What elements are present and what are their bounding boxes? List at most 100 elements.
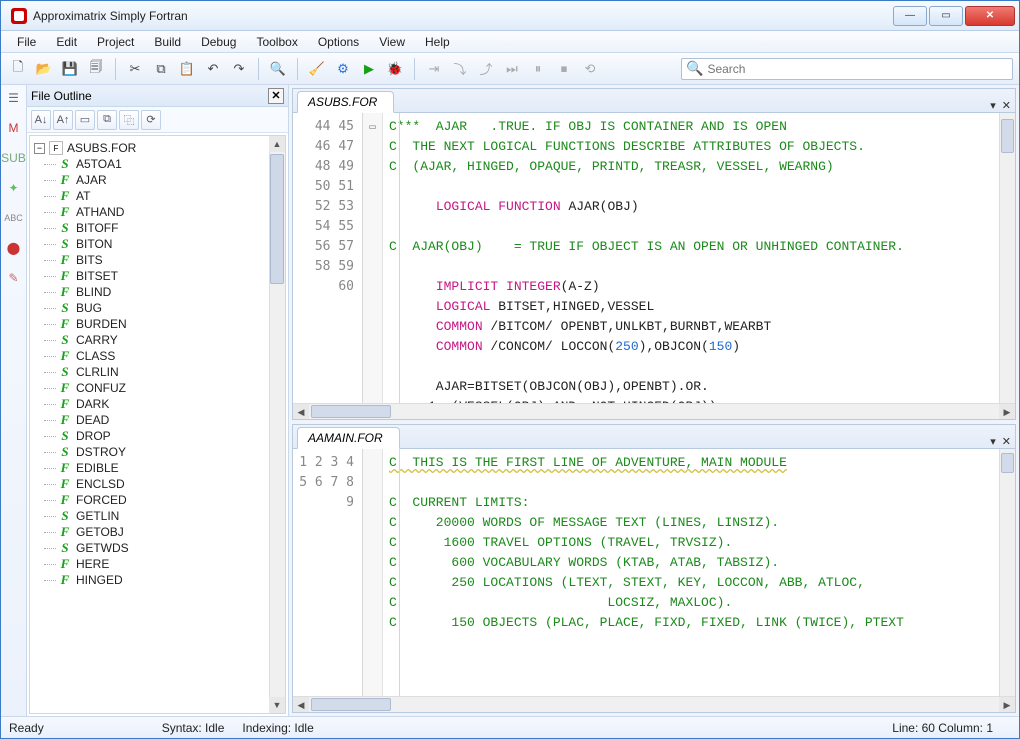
editor-vscroll[interactable] — [999, 449, 1015, 696]
debug-button[interactable]: 🐞 — [384, 58, 406, 80]
puzzle-icon[interactable]: ✦ — [5, 179, 23, 197]
outline-item-class[interactable]: FCLASS — [58, 348, 283, 364]
abc-icon[interactable]: ABC — [5, 209, 23, 227]
hscroll-thumb[interactable] — [311, 698, 391, 711]
project-view-icon[interactable]: ☰ — [5, 89, 23, 107]
stop-button[interactable]: ⏹ — [553, 58, 575, 80]
scroll-down-icon[interactable]: ▼ — [269, 697, 285, 713]
expand-button[interactable]: ⧉ — [97, 110, 117, 130]
clean-button[interactable]: 🧹 — [306, 58, 328, 80]
tab-menu-icon[interactable]: ▾ — [990, 435, 996, 448]
outline-item-drop[interactable]: SDROP — [58, 428, 283, 444]
copy-button[interactable]: ⧉ — [150, 58, 172, 80]
maximize-button[interactable]: ▭ — [929, 6, 963, 26]
outline-item-carry[interactable]: SCARRY — [58, 332, 283, 348]
file-outline-icon[interactable]: M — [5, 119, 23, 137]
redo-button[interactable]: ↷ — [228, 58, 250, 80]
continue-button[interactable]: ⏭ — [501, 58, 523, 80]
step-out-button[interactable]: ⤴ — [475, 58, 497, 80]
refresh-outline-button[interactable]: ⟳ — [141, 110, 161, 130]
outline-item-burden[interactable]: FBURDEN — [58, 316, 283, 332]
code-area-bottom[interactable]: 1 2 3 4 5 6 7 8 9 C THIS IS THE FIRST LI… — [293, 449, 1015, 696]
menu-build[interactable]: Build — [144, 33, 191, 51]
outline-item-getobj[interactable]: FGETOBJ — [58, 524, 283, 540]
scroll-right-icon[interactable]: ▶ — [999, 697, 1015, 713]
scroll-thumb[interactable] — [270, 154, 284, 284]
outline-close-button[interactable]: ✕ — [268, 88, 284, 104]
step-into-button[interactable]: ⤵ — [449, 58, 471, 80]
tree-root[interactable]: − F ASUBS.FOR — [32, 140, 283, 156]
outline-item-enclsd[interactable]: FENCLSD — [58, 476, 283, 492]
outline-item-ajar[interactable]: FAJAR — [58, 172, 283, 188]
editor-vscroll[interactable] — [999, 113, 1015, 403]
outline-item-here[interactable]: FHERE — [58, 556, 283, 572]
search-box[interactable]: 🔍 — [681, 58, 1013, 80]
module-icon[interactable]: SUB — [5, 149, 23, 167]
tab-close-icon[interactable]: ✕ — [1002, 435, 1011, 448]
undo-button[interactable]: ↶ — [202, 58, 224, 80]
run-button[interactable]: ▶ — [358, 58, 380, 80]
outline-item-a5toa1[interactable]: SA5TOA1 — [58, 156, 283, 172]
menu-toolbox[interactable]: Toolbox — [246, 33, 307, 51]
tab-asubs[interactable]: ASUBS.FOR — [297, 91, 394, 113]
tab-menu-icon[interactable]: ▾ — [990, 99, 996, 112]
outline-item-blind[interactable]: FBLIND — [58, 284, 283, 300]
sort-za-button[interactable]: A↑ — [53, 110, 73, 130]
tab-close-icon[interactable]: ✕ — [1002, 99, 1011, 112]
expander-icon[interactable]: − — [34, 143, 45, 154]
outline-item-dark[interactable]: FDARK — [58, 396, 283, 412]
paste-button[interactable]: 📋 — [176, 58, 198, 80]
outline-item-bitoff[interactable]: SBITOFF — [58, 220, 283, 236]
step-over-button[interactable]: ⇥ — [423, 58, 445, 80]
code-text[interactable]: C THIS IS THE FIRST LINE OF ADVENTURE, M… — [383, 449, 999, 696]
menu-debug[interactable]: Debug — [191, 33, 246, 51]
outline-item-bug[interactable]: SBUG — [58, 300, 283, 316]
menu-help[interactable]: Help — [415, 33, 460, 51]
cut-button[interactable]: ✂ — [124, 58, 146, 80]
outline-item-getwds[interactable]: SGETWDS — [58, 540, 283, 556]
code-text[interactable]: C*** AJAR .TRUE. IF OBJ IS CONTAINER AND… — [383, 113, 999, 403]
outline-item-bitset[interactable]: FBITSET — [58, 268, 283, 284]
outline-item-biton[interactable]: SBITON — [58, 236, 283, 252]
outline-item-confuz[interactable]: FCONFUZ — [58, 380, 283, 396]
outline-item-dead[interactable]: FDEAD — [58, 412, 283, 428]
outline-item-bits[interactable]: FBITS — [58, 252, 283, 268]
outline-item-edible[interactable]: FEDIBLE — [58, 460, 283, 476]
tool-icon[interactable]: ✎ — [5, 269, 23, 287]
outline-tree[interactable]: − F ASUBS.FOR SA5TOA1FAJARFATFATHANDSBIT… — [29, 135, 286, 714]
outline-item-athand[interactable]: FATHAND — [58, 204, 283, 220]
outline-item-getlin[interactable]: SGETLIN — [58, 508, 283, 524]
outline-item-hinged[interactable]: FHINGED — [58, 572, 283, 588]
scroll-up-icon[interactable]: ▲ — [269, 136, 285, 152]
editor-hscroll[interactable]: ◀ ▶ — [293, 403, 1015, 419]
code-area-top[interactable]: 44 45 46 47 48 49 50 51 52 53 54 55 56 5… — [293, 113, 1015, 403]
outline-item-at[interactable]: FAT — [58, 188, 283, 204]
tree-scrollbar[interactable]: ▲ ▼ — [269, 136, 285, 713]
scroll-left-icon[interactable]: ◀ — [293, 697, 309, 713]
new-file-button[interactable]: 🗋 — [7, 58, 29, 80]
tab-aamain[interactable]: AAMAIN.FOR — [297, 427, 400, 449]
close-button[interactable]: ✕ — [965, 6, 1015, 26]
copy-outline-button[interactable]: ⿻ — [119, 110, 139, 130]
outline-item-forced[interactable]: FFORCED — [58, 492, 283, 508]
restart-button[interactable]: ⟲ — [579, 58, 601, 80]
save-all-button[interactable]: 🗐 — [85, 58, 107, 80]
menu-view[interactable]: View — [369, 33, 415, 51]
collapse-button[interactable]: ▭ — [75, 110, 95, 130]
pause-button[interactable]: ⏸ — [527, 58, 549, 80]
minimize-button[interactable]: — — [893, 6, 927, 26]
menu-file[interactable]: File — [7, 33, 46, 51]
fold-column[interactable]: ▭ — [363, 113, 383, 403]
search-input[interactable] — [707, 62, 1008, 76]
menu-edit[interactable]: Edit — [46, 33, 87, 51]
find-button[interactable]: 🔍 — [267, 58, 289, 80]
menu-options[interactable]: Options — [308, 33, 369, 51]
fold-column[interactable] — [363, 449, 383, 696]
save-button[interactable]: 💾 — [59, 58, 81, 80]
breakpoint-icon[interactable]: ⬤ — [5, 239, 23, 257]
settings-button[interactable]: ⚙ — [332, 58, 354, 80]
hscroll-thumb[interactable] — [311, 405, 391, 418]
outline-item-dstroy[interactable]: SDSTROY — [58, 444, 283, 460]
scroll-left-icon[interactable]: ◀ — [293, 404, 309, 420]
sort-az-button[interactable]: A↓ — [31, 110, 51, 130]
